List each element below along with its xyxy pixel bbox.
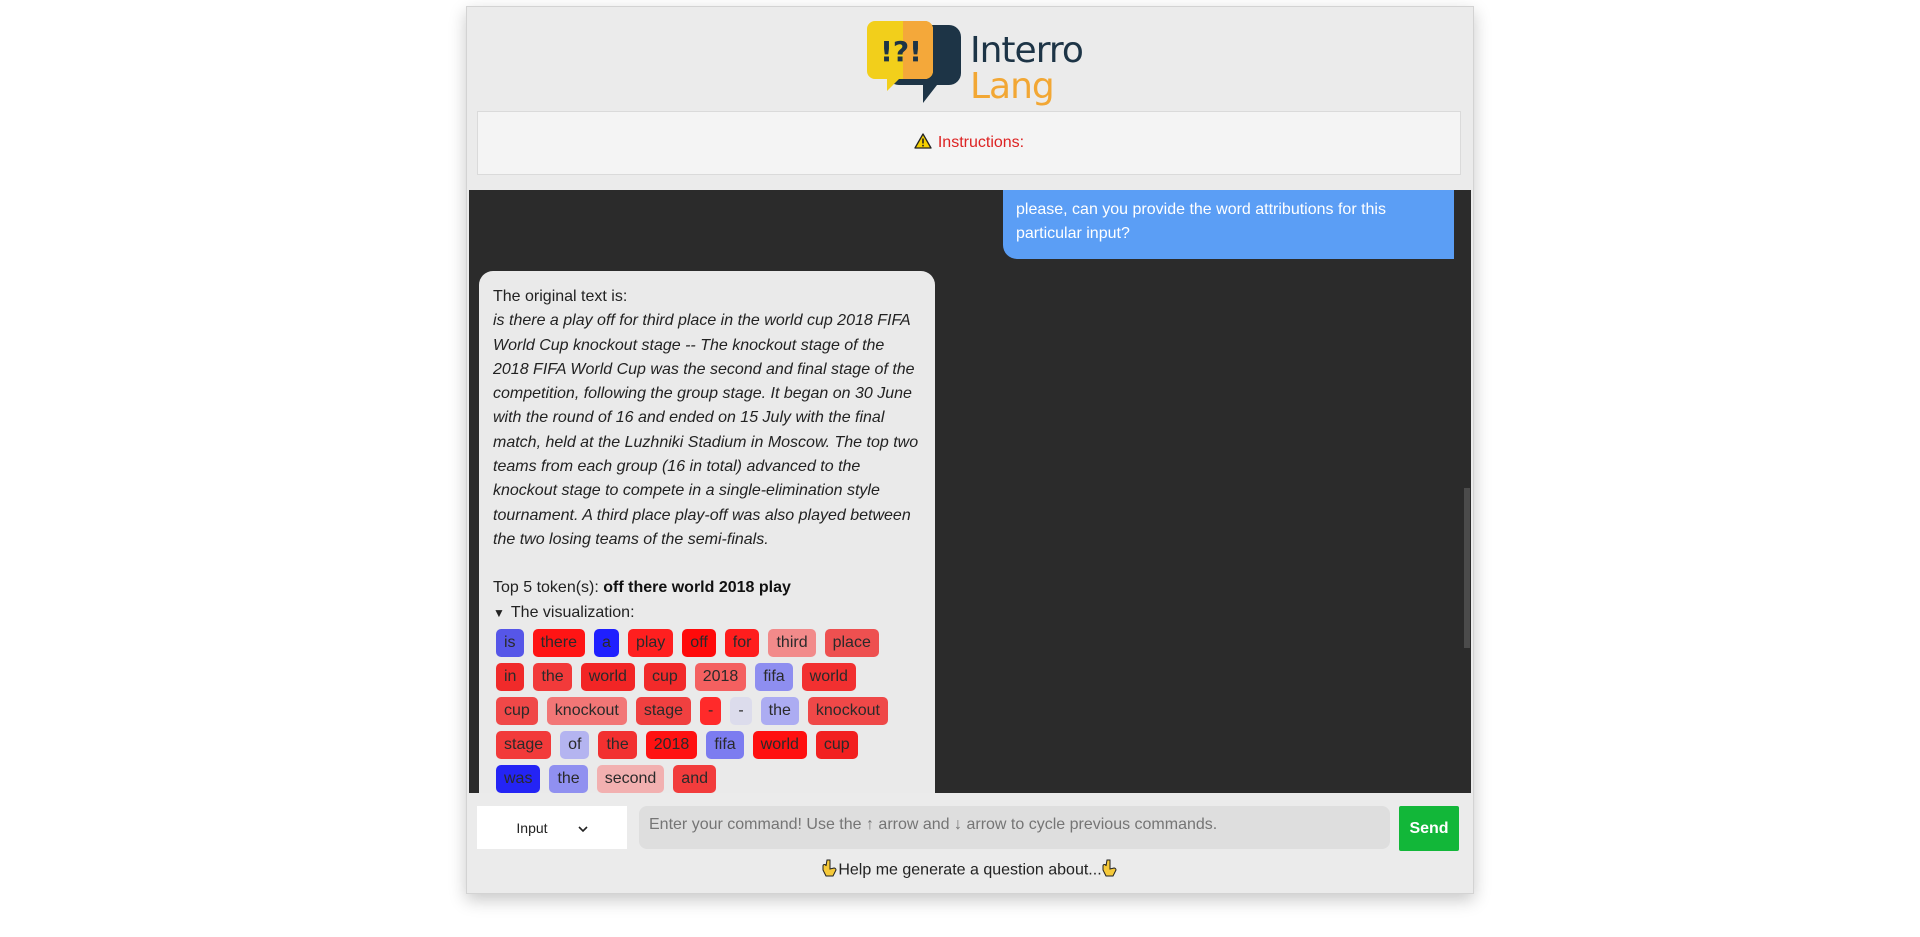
- visualization-label: The visualization:: [510, 603, 635, 621]
- attribution-token: second: [596, 764, 665, 793]
- attribution-token: and: [673, 764, 716, 793]
- instructions-label: Instructions:: [937, 134, 1025, 151]
- top-tokens-line: Top 5 token(s): off there world 2018 pla…: [493, 576, 921, 600]
- top-tokens-label: Top 5 token(s):: [493, 579, 599, 597]
- mode-select-value: Input: [516, 819, 548, 836]
- pointing-down-hand-icon: [1102, 859, 1118, 882]
- attribution-token: play: [627, 628, 674, 657]
- visualization-summary[interactable]: ▼ The visualization:: [493, 601, 921, 625]
- logo-text-lang: Lang: [970, 66, 1055, 107]
- user-message-bubble: please, can you provide the word attribu…: [1003, 190, 1454, 259]
- attribution-token: the: [549, 764, 588, 793]
- help-generate-question[interactable]: Help me generate a question about...: [467, 859, 1473, 882]
- attribution-token: third: [768, 628, 816, 657]
- attribution-token: world: [752, 730, 807, 759]
- attribution-token: there: [532, 628, 586, 657]
- app-window: !?! Interro Lang Instructions: please, c…: [466, 6, 1474, 894]
- interrolang-logo: !?! Interro Lang: [867, 17, 1084, 113]
- attribution-token: is: [496, 628, 524, 657]
- attribution-token: knockout: [807, 696, 888, 725]
- logo-speech-icon: !?!: [867, 21, 961, 103]
- token-visualization: is there a play off for third place in the world cu…: [493, 627, 903, 793]
- attribution-token: the: [533, 662, 572, 691]
- command-input[interactable]: [639, 806, 1390, 849]
- attribution-token: fifa: [706, 730, 744, 759]
- attribution-token: off: [682, 628, 716, 657]
- header: !?! Interro Lang Instructions:: [467, 7, 1473, 189]
- attribution-token: cup: [643, 662, 686, 691]
- attribution-token: 2018: [645, 730, 698, 759]
- attribution-token: -: [699, 696, 722, 725]
- instructions-toggle[interactable]: Instructions:: [477, 111, 1461, 175]
- attribution-token: world: [801, 662, 856, 691]
- attribution-token: place: [824, 628, 879, 657]
- attribution-token: the: [760, 696, 799, 725]
- scrollbar-thumb[interactable]: [1464, 488, 1470, 648]
- attribution-token: stage: [635, 696, 691, 725]
- chevron-down-icon: [577, 820, 588, 836]
- attribution-token: cup: [815, 730, 858, 759]
- logo-symbol-text: !?!: [880, 35, 922, 68]
- input-bar: Input Send: [467, 794, 1473, 854]
- attribution-token: -: [730, 696, 752, 725]
- attribution-token: a: [594, 628, 619, 657]
- chat-scrollbar[interactable]: [1462, 190, 1471, 793]
- attribution-token: in: [496, 662, 525, 691]
- attribution-token: was: [496, 764, 541, 793]
- attribution-token: the: [598, 730, 637, 759]
- send-button[interactable]: Send: [1399, 806, 1459, 851]
- logo-text-interro: Interro: [970, 30, 1084, 71]
- expand-triangle-icon: ▼: [493, 605, 505, 620]
- attribution-token: of: [560, 730, 590, 759]
- attribution-token: for: [724, 628, 760, 657]
- pointing-down-hand-icon: [822, 859, 838, 882]
- bot-message-bubble: The original text is: is there a play of…: [479, 271, 935, 793]
- warning-icon: [914, 132, 932, 154]
- attribution-token: stage: [496, 730, 552, 759]
- attribution-token: 2018: [694, 662, 747, 691]
- attribution-token: knockout: [546, 696, 627, 725]
- help-text: Help me generate a question about...: [838, 861, 1102, 879]
- mode-select[interactable]: Input: [477, 806, 627, 849]
- attribution-token: world: [580, 662, 635, 691]
- attribution-token: cup: [496, 696, 538, 725]
- bot-intro-text: The original text is:: [493, 288, 628, 305]
- original-text: is there a play off for third place in t…: [493, 312, 919, 548]
- top-tokens-value: off there world 2018 play: [603, 579, 791, 597]
- attribution-token: fifa: [755, 662, 793, 691]
- chat-panel[interactable]: please, can you provide the word attribu…: [469, 190, 1471, 793]
